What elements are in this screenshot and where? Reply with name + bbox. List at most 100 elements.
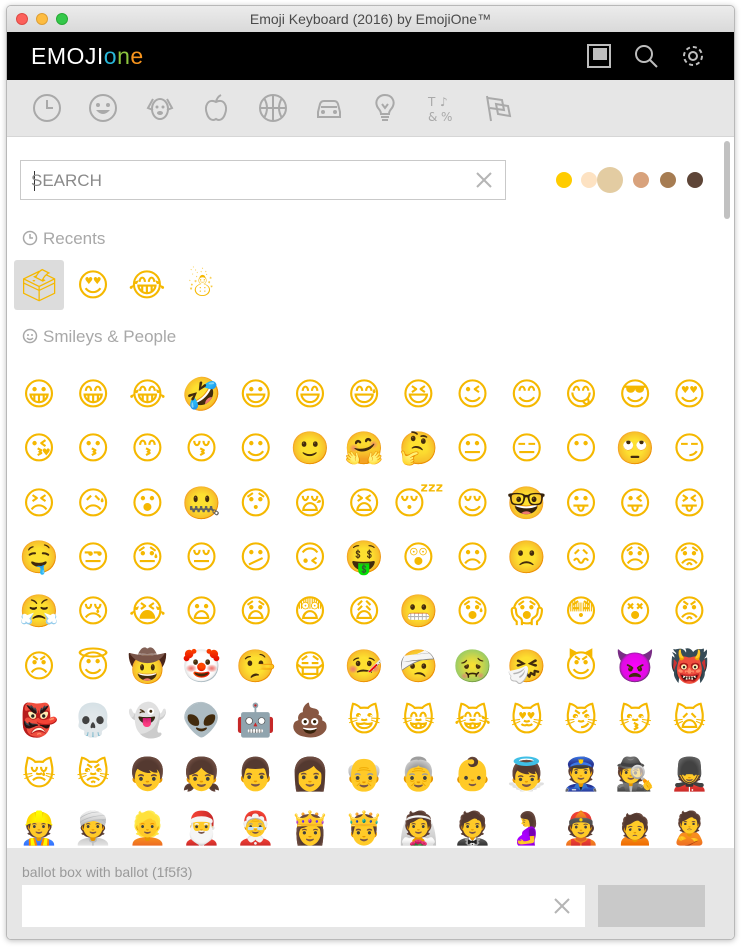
skin-tone-swatch[interactable] [660, 172, 676, 188]
recent-emoji[interactable]: 🗳 [14, 260, 64, 310]
emoji-button[interactable]: 😀 [14, 369, 64, 419]
emoji-button[interactable]: 👷 [14, 803, 64, 848]
search-icon[interactable] [633, 43, 659, 69]
emoji-button[interactable]: 👧 [177, 749, 227, 799]
emoji-button[interactable]: 😫 [339, 478, 389, 528]
emoji-button[interactable]: 😏 [664, 423, 714, 473]
emoji-button[interactable]: 👩 [285, 749, 335, 799]
emoji-button[interactable]: 🤣 [177, 369, 227, 419]
emoji-button[interactable]: 😷 [285, 641, 335, 691]
emoji-button[interactable]: 👺 [14, 695, 64, 745]
emoji-button[interactable]: 😴 [393, 478, 444, 528]
emoji-button[interactable]: 😩 [339, 586, 389, 636]
emoji-button[interactable]: 😿 [14, 749, 64, 799]
emoji-button[interactable]: 👻 [122, 695, 172, 745]
emoji-button[interactable]: 🙍 [610, 803, 660, 848]
emoji-button[interactable]: 😋 [556, 369, 606, 419]
car-icon[interactable] [313, 92, 345, 124]
emoji-button[interactable]: 💂 [664, 749, 714, 799]
emoji-button[interactable]: 😐 [448, 423, 498, 473]
skin-tone-swatch[interactable] [556, 172, 572, 188]
emoji-button[interactable]: 👹 [664, 641, 714, 691]
emoji-button[interactable]: 😥 [68, 478, 118, 528]
emoji-button[interactable]: 😯 [231, 478, 281, 528]
emoji-button[interactable]: 🤴 [339, 803, 389, 848]
emoji-button[interactable]: 👵 [393, 749, 443, 799]
emoji-button[interactable]: 😆 [393, 369, 443, 419]
emoji-button[interactable]: 🕵 [610, 749, 660, 799]
emoji-button[interactable]: 🤶 [231, 803, 281, 848]
emoji-button[interactable]: 😑 [502, 423, 552, 473]
clear-search-icon[interactable] [473, 169, 495, 191]
emoji-button[interactable]: 🤢 [448, 641, 498, 691]
emoji-button[interactable]: 🤑 [339, 532, 389, 582]
emoji-button[interactable]: 🤕 [393, 641, 443, 691]
emoji-button[interactable]: 😶 [556, 423, 606, 473]
search-input[interactable] [29, 169, 463, 193]
emoji-button[interactable]: 👽 [177, 695, 227, 745]
emoji-button[interactable]: 😎 [610, 369, 660, 419]
emoji-button[interactable]: 😊 [502, 369, 552, 419]
emoji-button[interactable]: 🙀 [664, 695, 714, 745]
emoji-button[interactable]: 😔 [177, 532, 227, 582]
window-icon[interactable] [586, 43, 612, 69]
emoji-button[interactable]: 🤡 [177, 641, 227, 691]
emoji-button[interactable]: 😣 [14, 478, 64, 528]
emoji-button[interactable]: 😼 [556, 695, 606, 745]
skin-tone-swatch[interactable] [597, 167, 623, 193]
emoji-button[interactable]: 💩 [285, 695, 335, 745]
emoji-button[interactable]: 😪 [285, 478, 335, 528]
flag-icon[interactable] [482, 92, 514, 124]
recent-emoji[interactable]: ☃ [176, 260, 226, 310]
emoji-button[interactable]: 🤔 [393, 423, 443, 473]
emoji-button[interactable]: 🤒 [339, 641, 389, 691]
emoji-button[interactable]: 😓 [122, 532, 172, 582]
clock-icon[interactable] [31, 92, 63, 124]
emoji-button[interactable]: 🤗 [339, 423, 389, 473]
basketball-icon[interactable] [257, 92, 289, 124]
emoji-button[interactable]: 😤 [14, 586, 64, 636]
emoji-button[interactable]: 🙎 [664, 803, 714, 848]
emoji-button[interactable]: 👱 [122, 803, 172, 848]
emoji-button[interactable]: 😍 [664, 369, 714, 419]
emoji-button[interactable]: 😾 [68, 749, 118, 799]
emoji-button[interactable]: 😇 [68, 641, 118, 691]
emoji-button[interactable]: 😲 [393, 532, 443, 582]
emoji-button[interactable]: 😃 [231, 369, 281, 419]
emoji-button[interactable]: 👶 [448, 749, 498, 799]
smiley-icon[interactable] [87, 92, 119, 124]
emoji-button[interactable]: 😈 [556, 641, 606, 691]
emoji-button[interactable]: 🤤 [14, 532, 64, 582]
dog-icon[interactable] [144, 92, 176, 124]
emoji-button[interactable]: 😵 [610, 586, 660, 636]
skin-tone-swatch[interactable] [633, 172, 649, 188]
emoji-button[interactable]: 😂 [122, 369, 172, 419]
emoji-button[interactable]: 😌 [448, 478, 498, 528]
emoji-button[interactable]: 🤰 [502, 803, 552, 848]
emoji-button[interactable]: 😟 [664, 532, 714, 582]
clear-output-icon[interactable] [551, 895, 573, 917]
gear-icon[interactable] [680, 43, 706, 69]
recent-emoji[interactable]: 😍 [68, 260, 118, 310]
emoji-button[interactable]: 💀 [68, 695, 118, 745]
emoji-button[interactable]: 😜 [610, 478, 660, 528]
recent-emoji[interactable]: 😂 [122, 260, 172, 310]
emoji-button[interactable]: 😦 [177, 586, 227, 636]
emoji-button[interactable]: 🤖 [231, 695, 281, 745]
output-input[interactable] [30, 895, 534, 919]
emoji-button[interactable]: 😬 [393, 586, 443, 636]
emoji-button[interactable]: 👲 [556, 803, 606, 848]
emoji-button[interactable]: 😗 [68, 423, 118, 473]
emoji-button[interactable]: 👿 [610, 641, 660, 691]
emoji-button[interactable]: 😡 [664, 586, 714, 636]
emoji-button[interactable]: 👮 [556, 749, 606, 799]
emoji-button[interactable]: ☹ [448, 532, 498, 582]
emoji-button[interactable]: 😒 [68, 532, 118, 582]
emoji-button[interactable]: 😞 [610, 532, 660, 582]
emoji-button[interactable]: 🤥 [231, 641, 281, 691]
emoji-button[interactable]: 👰 [393, 803, 443, 848]
emoji-button[interactable]: 👨 [231, 749, 281, 799]
emoji-button[interactable]: 😰 [448, 586, 498, 636]
emoji-button[interactable]: 👦 [122, 749, 172, 799]
emoji-button[interactable]: 🤧 [502, 641, 552, 691]
